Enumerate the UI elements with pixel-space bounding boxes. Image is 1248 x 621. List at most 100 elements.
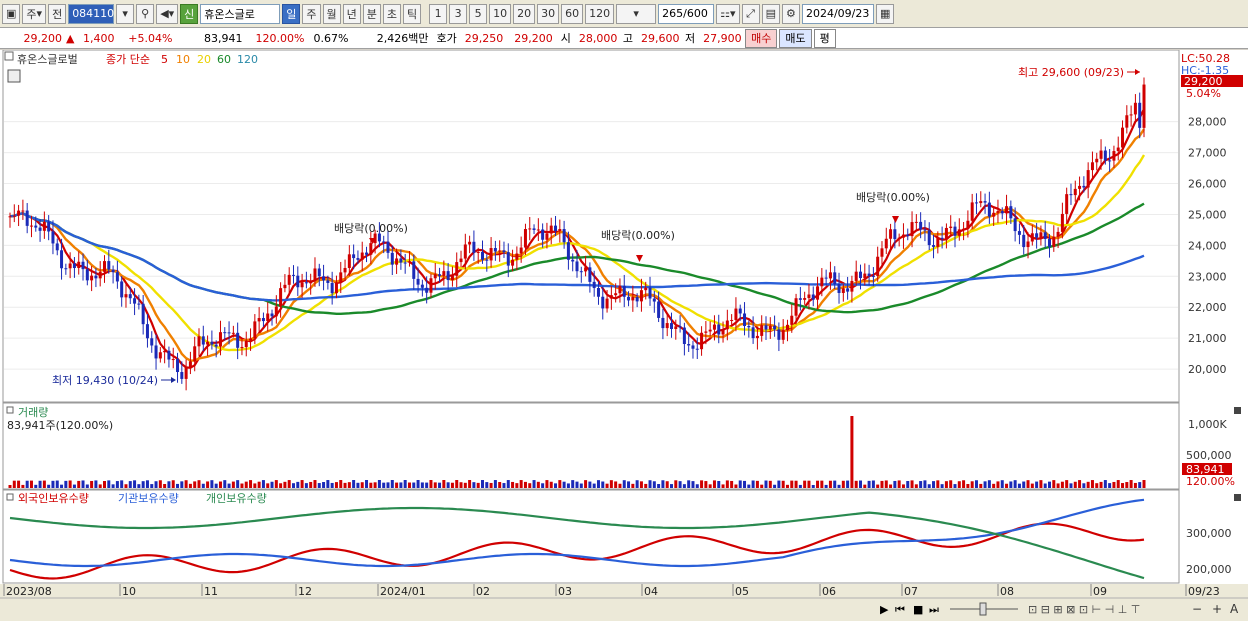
volume-bar bbox=[1039, 480, 1043, 488]
volume-bar bbox=[433, 482, 437, 488]
price-ytick: 20,000 bbox=[1188, 363, 1227, 376]
period-month[interactable]: 월 bbox=[322, 3, 341, 24]
candle-body bbox=[77, 261, 81, 269]
price-ytick: 21,000 bbox=[1188, 332, 1227, 345]
volume-bar bbox=[64, 480, 68, 488]
save-icon[interactable]: ▤ bbox=[761, 3, 780, 24]
code-dropdown-icon[interactable]: ▾ bbox=[116, 3, 135, 24]
candle-body bbox=[81, 261, 85, 270]
period-day[interactable]: 일 bbox=[282, 3, 301, 24]
interval-10[interactable]: 10 bbox=[489, 3, 512, 24]
market-type-select[interactable]: 주 ▾ bbox=[22, 3, 47, 24]
buy-button[interactable]: 매수 bbox=[745, 28, 778, 48]
volume-bar bbox=[884, 480, 888, 488]
volume-close-icon[interactable] bbox=[1234, 407, 1241, 414]
interval-60[interactable]: 60 bbox=[561, 3, 584, 24]
volume-bar bbox=[60, 484, 64, 488]
period-year[interactable]: 년 bbox=[342, 3, 361, 24]
candle-body bbox=[992, 212, 996, 217]
chart-type-icon[interactable]: ⚏▾ bbox=[716, 3, 740, 24]
font-size-icon[interactable]: A bbox=[1230, 602, 1239, 616]
volume-bar bbox=[407, 482, 411, 488]
volume-bar bbox=[996, 481, 1000, 488]
chart-area[interactable]: 휴온스글로벌 종가 단순 5 10 20 60 120 LC:50.28 HC:… bbox=[0, 50, 1248, 621]
panel-menu-icon[interactable] bbox=[4, 51, 14, 61]
sell-button[interactable]: 매도 bbox=[779, 28, 812, 48]
volume-bar bbox=[953, 484, 957, 488]
volume-bar bbox=[77, 480, 81, 488]
evaluate-button[interactable]: 평 bbox=[813, 28, 836, 48]
volume-panel-menu-icon[interactable] bbox=[6, 406, 14, 414]
candle-body bbox=[962, 228, 966, 230]
volume-bar bbox=[150, 484, 154, 488]
candle-body bbox=[476, 251, 480, 253]
period-week[interactable]: 주 bbox=[302, 3, 321, 24]
zoom-slider-handle[interactable] bbox=[979, 602, 987, 616]
period-minute[interactable]: 분 bbox=[362, 3, 381, 24]
calendar-icon[interactable]: ▦ bbox=[875, 3, 895, 24]
period-second[interactable]: 초 bbox=[382, 3, 402, 24]
candle-body bbox=[549, 225, 553, 234]
volume-bar bbox=[880, 480, 884, 488]
interval-30[interactable]: 30 bbox=[537, 3, 560, 24]
candle-body bbox=[605, 298, 609, 309]
candle-body bbox=[974, 202, 978, 204]
chart-tools-icon[interactable]: ⊡ ⊟ ⊞ ⊠ ⊡ ⊢ ⊣ ⊥ ⊤ bbox=[1028, 603, 1140, 616]
x-axis-label: 09/23 bbox=[1188, 585, 1220, 598]
zoom-out-icon[interactable]: − bbox=[1192, 602, 1202, 616]
holdings-individual-label: 개인보유수량 bbox=[206, 492, 267, 505]
candle-body bbox=[712, 324, 716, 330]
quote-bar: 29,200 ▲ 1,400 +5.04% 83,941 120.00% 0.6… bbox=[0, 28, 1248, 49]
x-axis-label: 09 bbox=[1093, 585, 1107, 598]
speaker-icon[interactable]: ◀▾ bbox=[156, 3, 179, 24]
volume-bar bbox=[334, 482, 338, 488]
date-field[interactable]: 2024/09/23 bbox=[801, 3, 874, 24]
holdings-close-icon[interactable] bbox=[1234, 494, 1241, 501]
candle-body bbox=[790, 315, 794, 325]
layout-icon[interactable]: ▣ bbox=[2, 3, 21, 24]
volume-bar bbox=[266, 483, 270, 488]
new-badge[interactable]: 신 bbox=[180, 3, 199, 24]
candle-body bbox=[433, 274, 437, 279]
interval-120[interactable]: 120 bbox=[585, 3, 615, 24]
volume-bar bbox=[90, 480, 94, 488]
volume-bar bbox=[987, 480, 991, 488]
stock-code-input[interactable]: 084110 bbox=[68, 3, 115, 24]
volume-bar bbox=[596, 480, 600, 488]
interval-20[interactable]: 20 bbox=[513, 3, 536, 24]
volume-bar bbox=[184, 480, 188, 488]
search-icon[interactable]: ⚲ bbox=[136, 3, 155, 24]
interval-1[interactable]: 1 bbox=[429, 3, 448, 24]
candle-body bbox=[622, 285, 626, 297]
volume-bar bbox=[261, 480, 265, 488]
scroll-right-icon[interactable]: ▶ bbox=[880, 603, 889, 616]
price-ytick: 22,000 bbox=[1188, 301, 1227, 314]
scroll-first-icon[interactable]: ⏮ bbox=[895, 603, 905, 616]
volume-bar bbox=[356, 482, 360, 488]
interval-5[interactable]: 5 bbox=[469, 3, 488, 24]
zoom-in-icon[interactable]: + bbox=[1212, 602, 1222, 616]
draw-tool-icon[interactable]: ⤢ bbox=[741, 3, 760, 24]
stock-name-field[interactable]: 휴온스글로 bbox=[200, 3, 281, 24]
gear-icon[interactable]: ⚙ bbox=[781, 3, 800, 24]
candle-body bbox=[1069, 194, 1073, 196]
volume-bar bbox=[755, 480, 759, 488]
holdings-panel-menu-icon[interactable] bbox=[6, 493, 14, 501]
volume-bar bbox=[824, 484, 828, 488]
count-field[interactable]: 265/600 bbox=[658, 3, 715, 24]
interval-3[interactable]: 3 bbox=[449, 3, 468, 24]
candle-body bbox=[854, 271, 858, 281]
candle-body bbox=[180, 372, 184, 379]
period-tick[interactable]: 틱 bbox=[403, 3, 422, 24]
interval-dropdown-icon[interactable]: ▾ bbox=[616, 3, 657, 24]
candle-body bbox=[515, 253, 519, 260]
candle-body bbox=[674, 326, 678, 330]
prev-toggle[interactable]: 전 bbox=[48, 3, 67, 24]
volume-bar bbox=[223, 480, 227, 488]
stop-icon[interactable]: ■ bbox=[913, 603, 923, 616]
panel-table-icon[interactable] bbox=[7, 69, 21, 83]
candle-body bbox=[691, 345, 695, 349]
scroll-last-icon[interactable]: ⏭ bbox=[929, 603, 939, 616]
volume-bar bbox=[940, 484, 944, 488]
candle-body bbox=[876, 256, 880, 276]
